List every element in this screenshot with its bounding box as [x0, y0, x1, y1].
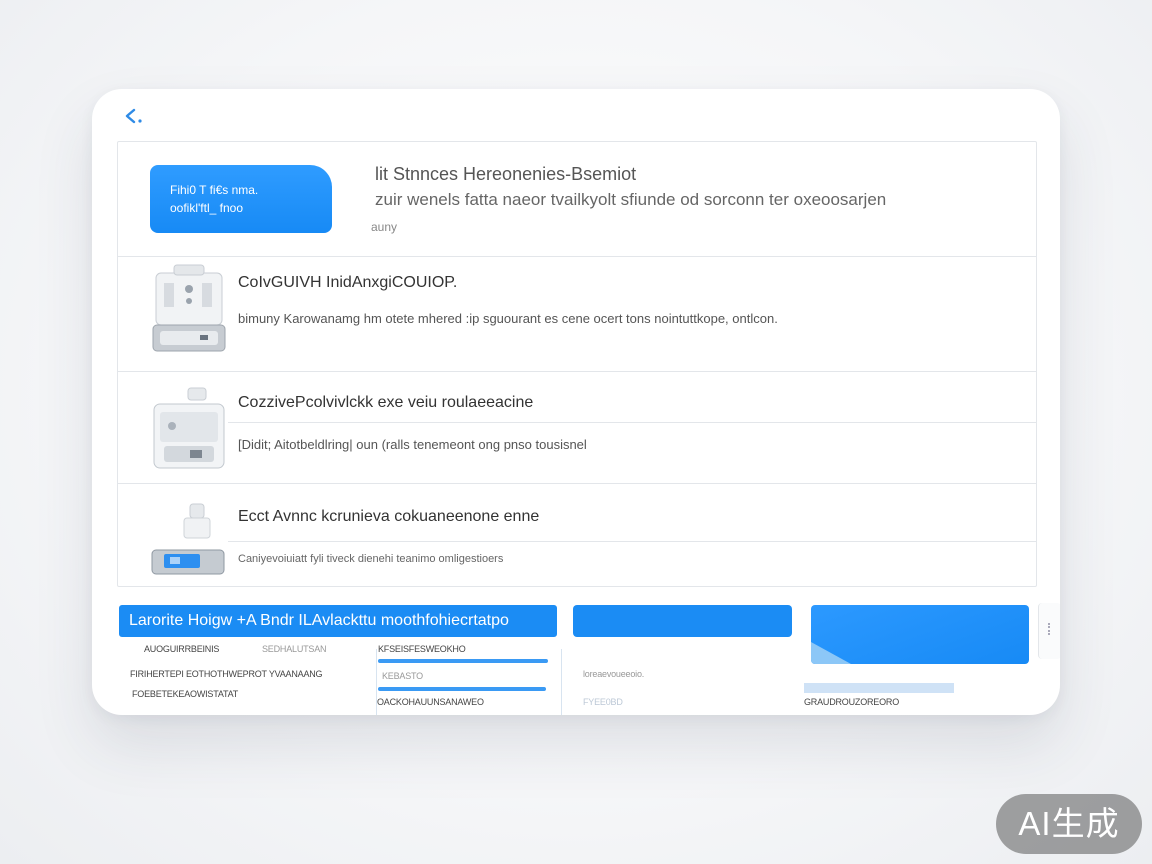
detail-text: FIRIHERTEPI EOTHOTHWEPROT YVAANAANG — [130, 669, 323, 679]
hero-button-line2: oofikl'ftl_ fnoo — [170, 201, 244, 215]
scroll-handle[interactable] — [1038, 603, 1060, 659]
hero-description: zuir wenels fatta naeor tvailkyolt sfiun… — [375, 190, 887, 209]
row-divider — [228, 541, 1036, 542]
detail-text: FOEBETEKEAOWISTATAT — [132, 689, 239, 699]
list-item-hero: Fihi0 T fi€s nma. oofikl'ftl_ fnoo lit S… — [118, 142, 1036, 257]
hero-subtext: auny — [371, 220, 398, 234]
back-arrow-icon[interactable] — [122, 105, 146, 129]
app-card: Fihi0 T fi€s nma. oofikl'ftl_ fnoo lit S… — [92, 89, 1060, 715]
tab-primary[interactable]: Larorite Hoigw +A Bndr ILAvlackttu mooth… — [119, 605, 557, 637]
device-thumbnail — [150, 386, 230, 479]
list-item-description: Caniyevoiuiatt fyli tiveck dienehi teani… — [238, 553, 504, 565]
list-item[interactable]: CoIvGUIVH InidAnxgiCOUIOP. bimuny Karowa… — [118, 257, 1036, 372]
detail-text: KFSEISFESWEOKHO — [378, 644, 466, 654]
ai-generated-badge: AI生成 — [996, 794, 1142, 854]
device-thumbnail — [150, 502, 230, 581]
hero-button[interactable]: Fihi0 T fi€s nma. oofikl'ftl_ fnoo — [150, 165, 332, 233]
content-list: Fihi0 T fi€s nma. oofikl'ftl_ fnoo lit S… — [117, 141, 1037, 587]
hero-title: lit Stnnces Hereonenies-Bsemiot — [375, 164, 637, 184]
detail-text: GRAUDROUZOREORO — [804, 697, 900, 707]
tab-secondary[interactable] — [573, 605, 792, 637]
list-item[interactable]: Ecct Avnnc kcrunieva cokuaneenone enne C… — [118, 484, 1036, 585]
page-background: Fihi0 T fi€s nma. oofikl'ftl_ fnoo lit S… — [0, 0, 1152, 864]
list-item-description: [Didit; Aitotbeldlring| oun (ralls tenem… — [238, 437, 587, 452]
list-item-title: CozzivePcolvivlckk exe veiu roulaeeacine — [238, 394, 534, 411]
list-item[interactable]: CozzivePcolvivlckk exe veiu roulaeeacine… — [118, 372, 1036, 484]
detail-text: loreaevoueeoio. — [583, 669, 645, 679]
detail-text: AUOGUIRRBEINIS — [144, 644, 220, 654]
progress-bar — [378, 659, 548, 663]
hero-button-line1: Fihi0 T fi€s nma. — [170, 183, 259, 197]
bottom-panel: Larorite Hoigw +A Bndr ILAvlackttu mooth… — [92, 603, 1060, 715]
detail-text: KEBASTO — [382, 671, 423, 681]
progress-bar — [378, 687, 546, 691]
tab-tertiary[interactable] — [811, 605, 1029, 664]
device-thumbnail — [150, 263, 230, 360]
list-item-title: Ecct Avnnc kcrunieva cokuaneenone enne — [238, 508, 540, 525]
list-item-title: CoIvGUIVH InidAnxgiCOUIOP. — [238, 274, 458, 291]
list-item-description: bimuny Karowanamg hm otete mhered :ip sg… — [238, 311, 778, 326]
row-divider — [228, 422, 1036, 423]
detail-text: FYEE0BD — [583, 697, 623, 707]
detail-text: SEDHALUTSAN — [262, 644, 327, 654]
input-field[interactable] — [804, 683, 954, 693]
detail-text: OACKOHAUUNSANAWEO — [377, 697, 484, 707]
